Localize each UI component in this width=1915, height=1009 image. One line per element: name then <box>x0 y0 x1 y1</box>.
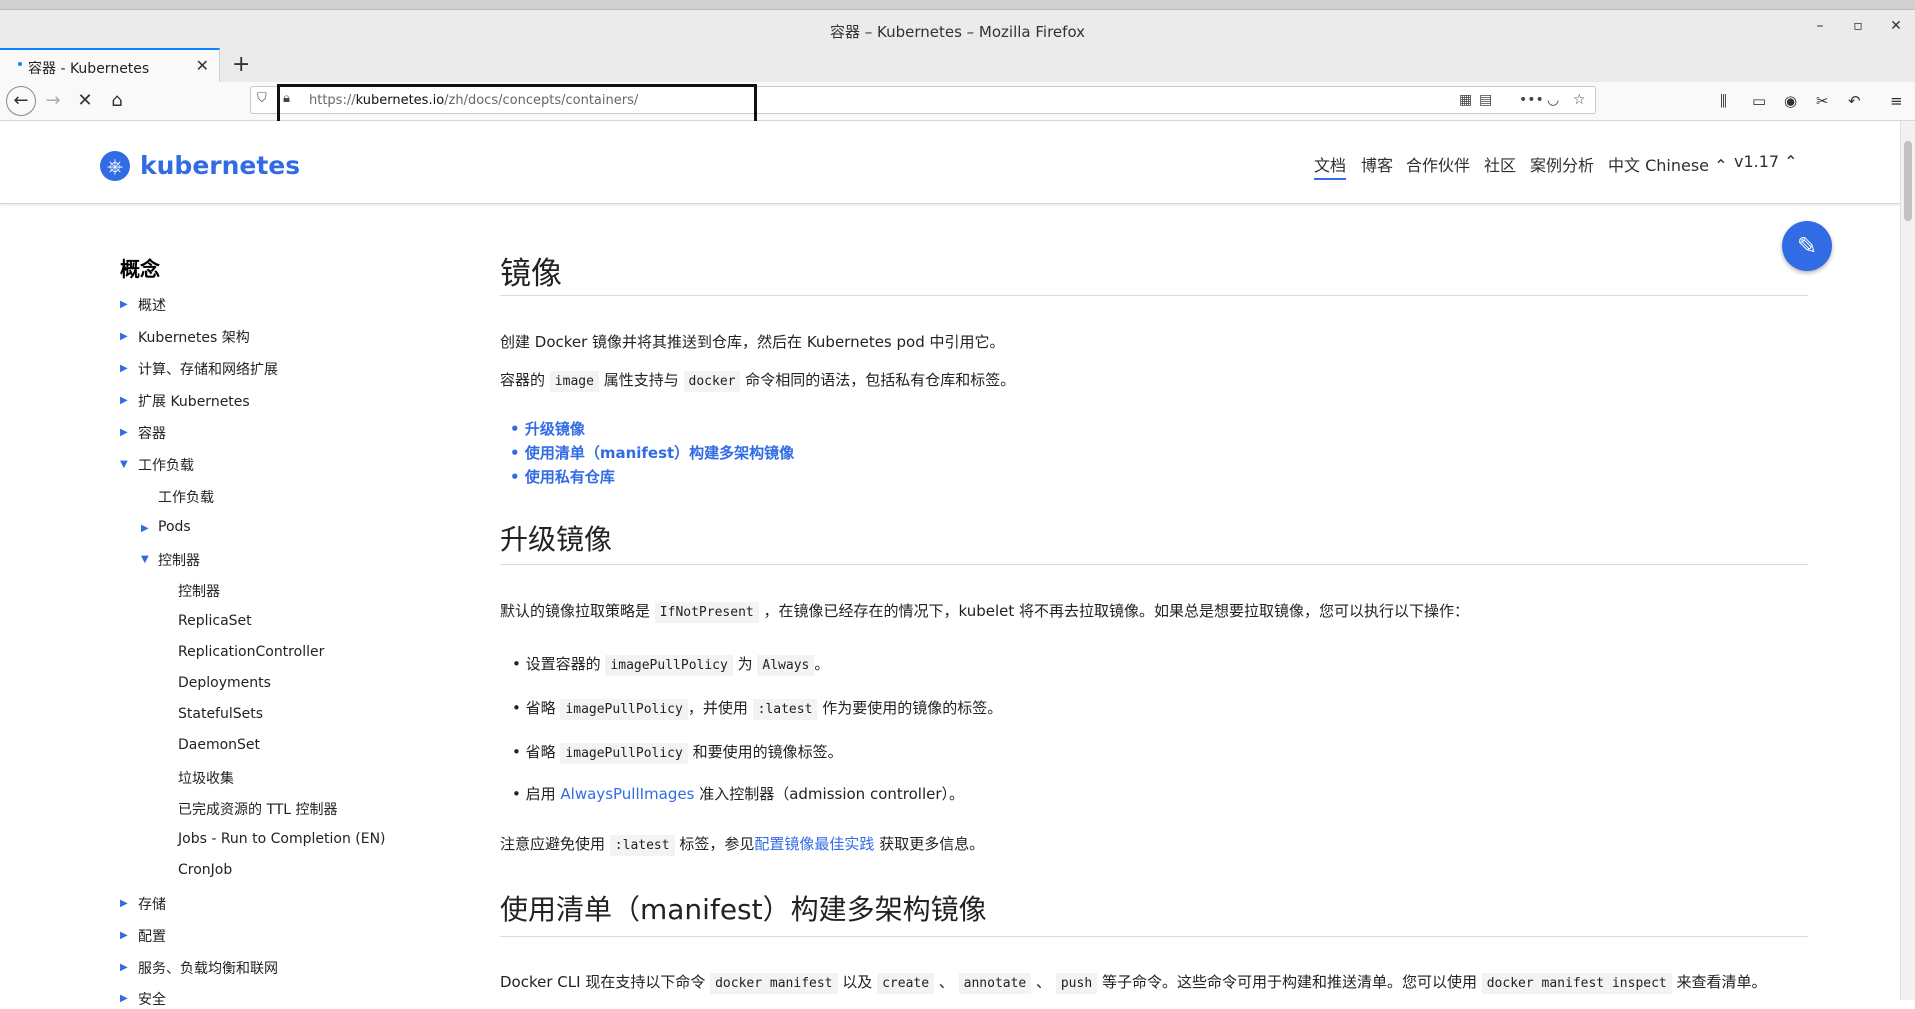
nav-case-studies[interactable]: 案例分析 <box>1530 152 1594 176</box>
expand-arrow-icon[interactable]: ▶ <box>120 395 128 406</box>
expand-arrow-icon[interactable]: ▶ <box>120 898 128 909</box>
reader-icon[interactable]: ▤ <box>1479 92 1492 108</box>
section-divider <box>500 564 1808 565</box>
minimize-button[interactable]: – <box>1808 18 1832 34</box>
sidebar-item-storage[interactable]: 存储 <box>138 894 166 914</box>
tab-loading-icon <box>18 62 22 66</box>
tab-kubernetes[interactable]: 容器 - Kubernetes ✕ <box>0 48 220 82</box>
best-practices-link[interactable]: 配置镜像最佳实践 <box>754 835 874 853</box>
desktop-strip <box>0 0 1915 10</box>
star-icon[interactable]: ☆ <box>1573 92 1586 108</box>
undo-icon[interactable]: ↶ <box>1848 92 1861 110</box>
list-item: • 省略 imagePullPolicy ，并使用 :latest 作为要使用的镜… <box>512 697 1002 720</box>
sidebar-item-ttl-controller[interactable]: 已完成资源的 TTL 控制器 <box>178 799 338 819</box>
nav-partners[interactable]: 合作伙伴 <box>1406 152 1470 176</box>
sidebar-item-architecture[interactable]: Kubernetes 架构 <box>138 327 250 347</box>
title-divider <box>500 295 1808 296</box>
kubernetes-logo-icon[interactable]: ⎈ <box>100 151 130 181</box>
site-logo-text[interactable]: kubernetes <box>140 151 300 180</box>
intro-paragraph: 创建 Docker 镜像并将其推送到仓库，然后在 Kubernetes pod … <box>500 333 1005 351</box>
home-icon[interactable]: ⌂ <box>104 88 130 114</box>
menu-icon[interactable]: ≡ <box>1890 92 1903 110</box>
expand-arrow-icon[interactable]: ▶ <box>141 523 149 534</box>
sidebar-item-configuration[interactable]: 配置 <box>138 926 166 946</box>
scrollbar-thumb[interactable] <box>1904 141 1912 221</box>
sidebar-item-extend-kubernetes[interactable]: 扩展 Kubernetes <box>138 391 250 411</box>
library-icon[interactable]: ⫼ <box>1720 92 1727 110</box>
sidebar-item-containers[interactable]: 容器 <box>138 423 166 443</box>
list-item: • 设置容器的 imagePullPolicy 为 Always。 <box>512 653 829 676</box>
screenshot-icon[interactable]: ✂ <box>1816 92 1829 110</box>
shield-icon[interactable]: ⛉ <box>257 91 267 106</box>
new-tab-button[interactable]: + <box>232 52 250 77</box>
back-icon[interactable]: ← <box>6 86 36 116</box>
page-title: 镜像 <box>500 256 562 292</box>
toc-link-private-registry[interactable]: • 使用私有仓库 <box>510 466 615 487</box>
more-icon[interactable]: ••• <box>1519 92 1544 108</box>
stop-icon[interactable]: ✕ <box>72 88 98 114</box>
sidebar-item-garbage-collection[interactable]: 垃圾收集 <box>178 768 234 788</box>
account-icon[interactable]: ◉ <box>1784 92 1797 110</box>
expand-arrow-icon[interactable]: ▶ <box>120 363 128 374</box>
sidebar-item-replicaset[interactable]: ReplicaSet <box>178 613 252 629</box>
section-divider <box>500 936 1808 937</box>
sidebar-item-deployments[interactable]: Deployments <box>178 675 271 691</box>
sidebar-item-statefulsets[interactable]: StatefulSets <box>178 706 263 722</box>
close-tab-icon[interactable]: ✕ <box>196 56 209 75</box>
image-syntax-paragraph: 容器的 image 属性支持与 docker 命令相同的语法，包括私有仓库和标签… <box>500 369 1015 392</box>
sidebar-item-services-networking[interactable]: 服务、负载均衡和联网 <box>138 958 278 978</box>
sidebar-item-pods[interactable]: Pods <box>158 519 191 535</box>
sidebar-item-extensions[interactable]: 计算、存储和网络扩展 <box>138 359 278 379</box>
always-pull-images-link[interactable]: AlwaysPullImages <box>560 785 694 803</box>
nav-language[interactable]: 中文 Chinese ⌃ <box>1608 152 1728 176</box>
qr-icon[interactable]: ▦ <box>1459 92 1472 108</box>
latest-tag-note: 注意应避免使用 :latest 标签，参见配置镜像最佳实践 获取更多信息。 <box>500 833 984 856</box>
manifest-paragraph: Docker CLI 现在支持以下命令 docker manifest 以及 c… <box>500 971 1767 994</box>
sidebar-item-security[interactable]: 安全 <box>138 989 166 1009</box>
sidebar-item-cronjob[interactable]: CronJob <box>178 862 232 878</box>
expand-arrow-icon[interactable]: ▶ <box>120 993 128 1004</box>
sidebar-title: 概念 <box>120 257 160 281</box>
expand-arrow-icon[interactable]: ▶ <box>120 299 128 310</box>
sidebar-item-overview[interactable]: 概述 <box>138 295 166 315</box>
section-heading-upgrade: 升级镜像 <box>500 523 613 556</box>
expand-arrow-icon[interactable]: ▶ <box>120 331 128 342</box>
sidebar-item-controllers-overview[interactable]: 控制器 <box>178 581 220 601</box>
pocket-icon[interactable]: ◡ <box>1547 92 1559 108</box>
sidebar-icon[interactable]: ▭ <box>1752 92 1766 110</box>
sidebar-item-workloads-overview[interactable]: 工作负载 <box>158 487 214 507</box>
expand-arrow-icon[interactable]: ▶ <box>120 427 128 438</box>
site-header: ⎈ kubernetes 文档 博客 合作伙伴 社区 案例分析 中文 Chine… <box>0 121 1900 204</box>
list-item: • 省略 imagePullPolicy 和要使用的镜像标签。 <box>512 741 843 764</box>
toc-link-multi-arch[interactable]: • 使用清单（manifest）构建多架构镜像 <box>510 442 794 463</box>
nav-community[interactable]: 社区 <box>1484 152 1516 176</box>
sidebar-item-controllers[interactable]: 控制器 <box>158 550 200 570</box>
forward-icon[interactable]: → <box>40 88 66 114</box>
tab-label: 容器 - Kubernetes <box>28 61 150 77</box>
maximize-button[interactable]: ▫ <box>1846 18 1870 34</box>
nav-version[interactable]: v1.17 ⌃ <box>1734 152 1798 171</box>
list-item: • 启用 AlwaysPullImages 准入控制器（admission co… <box>512 785 965 803</box>
section-heading-multi-arch: 使用清单（manifest）构建多架构镜像 <box>500 893 987 926</box>
sidebar-item-jobs[interactable]: Jobs - Run to Completion (EN) <box>178 831 386 847</box>
close-window-button[interactable]: ✕ <box>1884 18 1908 34</box>
nav-blog[interactable]: 博客 <box>1361 152 1393 176</box>
sidebar-item-replicationcontroller[interactable]: ReplicationController <box>178 644 324 660</box>
expand-arrow-icon[interactable]: ▶ <box>120 962 128 973</box>
toc-link-upgrade-images[interactable]: • 升级镜像 <box>510 418 585 439</box>
tab-bar: 容器 - Kubernetes ✕ <box>0 48 1915 83</box>
nav-docs[interactable]: 文档 <box>1314 152 1347 180</box>
edit-pencil-icon[interactable]: ✎ <box>1782 221 1832 271</box>
expand-arrow-icon[interactable]: ▶ <box>120 930 128 941</box>
collapse-arrow-icon[interactable]: ▼ <box>120 459 128 470</box>
pull-policy-paragraph: 默认的镜像拉取策略是 IfNotPresent ，在镜像已经存在的情况下，kub… <box>500 600 1469 623</box>
collapse-arrow-icon[interactable]: ▼ <box>141 554 149 565</box>
sidebar-item-workloads[interactable]: 工作负载 <box>138 455 194 475</box>
window-title: 容器 – Kubernetes – Mozilla Firefox <box>829 23 1086 41</box>
sidebar-item-daemonset[interactable]: DaemonSet <box>178 737 260 753</box>
page-scrollbar[interactable] <box>1900 121 1915 1000</box>
